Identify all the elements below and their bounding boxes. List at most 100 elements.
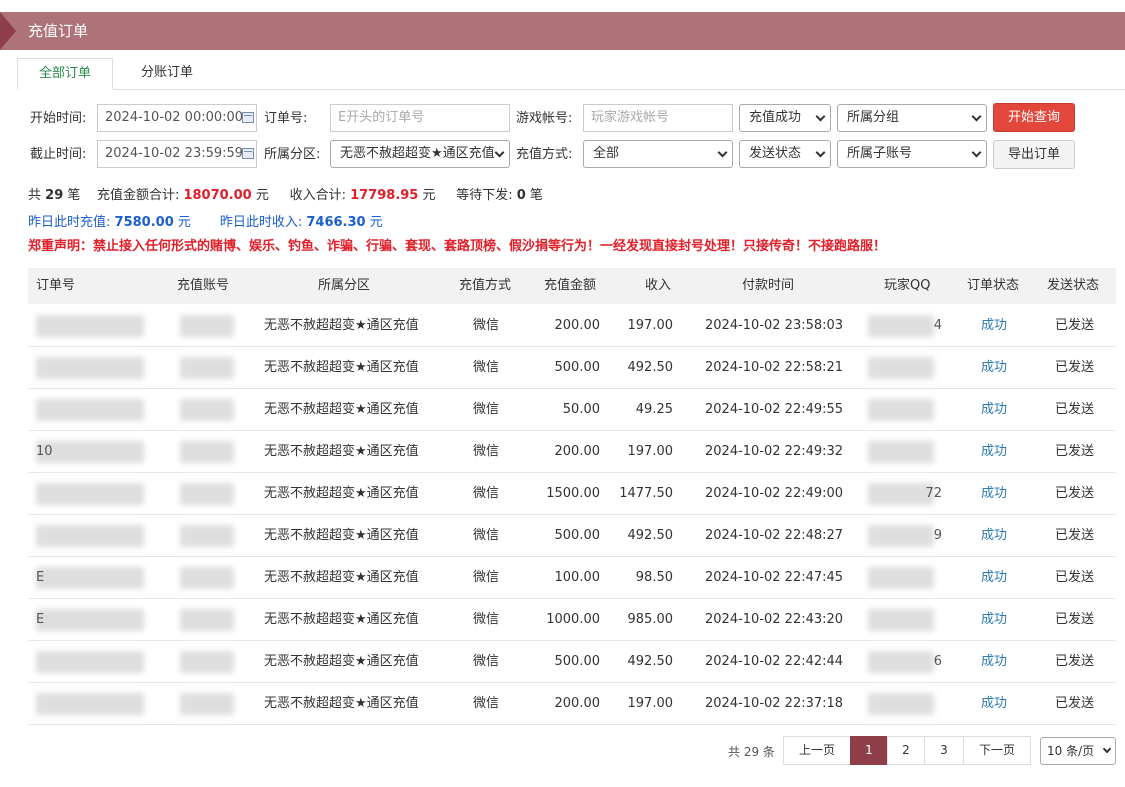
tab-split-orders[interactable]: 分账订单 — [117, 58, 217, 90]
cell-order-status[interactable]: 成功 — [981, 654, 1007, 670]
cell-pay-time: 2024-10-02 22:47:45 — [705, 570, 844, 585]
search-button[interactable]: 开始查询 — [993, 103, 1075, 132]
redacted-account — [180, 693, 234, 715]
cell-send-status: 已发送 — [1055, 528, 1095, 543]
cell-income: 98.50 — [635, 570, 673, 585]
redacted-account — [180, 357, 234, 379]
send-status-value: 发送状态 — [749, 146, 802, 161]
table-row: 6 无恶不赦超超变★通区充值 微信 500.00 492.50 2024-10-02 22… — [28, 641, 1116, 683]
table-header: 订单号 充值账号 所属分区 充值方式 充值金额 收入 付款时间 玩家QQ 订单状… — [28, 268, 1116, 304]
cell-order-fragment: E — [36, 612, 45, 627]
recharge-status-value: 充值成功 — [749, 110, 802, 125]
cell-method: 微信 — [473, 444, 500, 459]
redacted-account — [180, 609, 234, 631]
page-1-button[interactable]: 1 — [850, 736, 888, 765]
cell-order-status[interactable]: 成功 — [981, 444, 1007, 460]
table-row: 4 无恶不赦超超变★通区充值 微信 200.00 197.00 2024-10-02 23… — [28, 305, 1116, 347]
chevron-down-icon — [717, 147, 728, 158]
cell-income: 197.00 — [627, 318, 674, 333]
tab-all-orders[interactable]: 全部订单 — [17, 58, 113, 90]
cell-amount: 500.00 — [554, 528, 601, 543]
redacted-account — [180, 399, 234, 421]
end-time-input[interactable]: 2024-10-02 23:59:59 — [97, 140, 257, 168]
prev-page-button[interactable]: 上一页 — [783, 736, 851, 765]
col-method: 充值方式 — [459, 278, 512, 293]
redacted-order-no — [36, 525, 144, 547]
cell-pay-time: 2024-10-02 22:49:32 — [705, 444, 844, 459]
cell-order-status[interactable]: 成功 — [981, 360, 1007, 376]
calendar-icon[interactable] — [242, 148, 254, 159]
redacted-qq — [868, 651, 934, 673]
redacted-qq — [868, 315, 934, 337]
redacted-qq — [868, 567, 934, 589]
yesterday-line: 昨日此时充值: 7580.00 元 昨日此时收入: 7466.30 元 — [28, 215, 383, 231]
cell-order-status[interactable]: 成功 — [981, 318, 1007, 334]
page-size-select[interactable]: 10 条/页 — [1040, 737, 1116, 765]
cell-send-status: 已发送 — [1055, 360, 1095, 375]
chevron-down-icon — [971, 147, 982, 158]
start-time-value: 2024-10-02 00:00:00 — [105, 110, 244, 125]
recharge-status-select[interactable]: 充值成功 — [739, 104, 831, 132]
zone-value: 无恶不赦超超变★通区充值 — [340, 146, 495, 161]
next-page-button[interactable]: 下一页 — [963, 736, 1031, 765]
page-3-button[interactable]: 3 — [924, 736, 964, 765]
cell-order-status[interactable]: 成功 — [981, 528, 1007, 544]
redacted-account — [180, 441, 234, 463]
cell-income: 492.50 — [627, 528, 674, 543]
redacted-order-no — [36, 693, 144, 715]
game-account-input[interactable]: 玩家游戏帐号 — [583, 104, 733, 132]
cell-qq-fragment: 6 — [933, 654, 942, 669]
cell-amount: 500.00 — [554, 654, 601, 669]
cell-amount: 200.00 — [554, 444, 601, 459]
redacted-order-no — [36, 609, 144, 631]
cell-method: 微信 — [473, 654, 500, 669]
zone-select[interactable]: 无恶不赦超超变★通区充值 — [330, 140, 510, 168]
sub-account-select[interactable]: 所属子账号 — [837, 140, 987, 168]
cell-order-status[interactable]: 成功 — [981, 570, 1007, 586]
order-tabs: 全部订单 分账订单 — [17, 58, 1125, 90]
cell-order-status[interactable]: 成功 — [981, 486, 1007, 502]
cell-method: 微信 — [473, 402, 500, 417]
count-prefix: 共 — [28, 188, 42, 203]
pay-method-select[interactable]: 全部 — [583, 140, 733, 168]
col-amount: 充值金额 — [544, 278, 597, 293]
cell-zone: 无恶不赦超超变★通区充值 — [264, 318, 419, 333]
cell-pay-time: 2024-10-02 22:48:27 — [705, 528, 844, 543]
cell-method: 微信 — [473, 696, 500, 711]
cell-order-status[interactable]: 成功 — [981, 402, 1007, 418]
cell-order-status[interactable]: 成功 — [981, 696, 1007, 712]
col-income: 收入 — [645, 278, 672, 293]
calendar-icon[interactable] — [242, 112, 254, 123]
send-status-select[interactable]: 发送状态 — [739, 140, 831, 168]
redacted-qq — [868, 399, 934, 421]
start-time-input[interactable]: 2024-10-02 00:00:00 — [97, 104, 257, 132]
cell-income: 1477.50 — [619, 486, 673, 501]
end-time-value: 2024-10-02 23:59:59 — [105, 146, 244, 161]
col-zone: 所属分区 — [318, 278, 371, 293]
yesterday-income-label: 昨日此时收入: — [219, 215, 303, 230]
table-row: E 无恶不赦超超变★通区充值 微信 1000.00 985.00 2024-10-02 2… — [28, 599, 1116, 641]
cell-qq-fragment: 9 — [933, 528, 942, 543]
pay-method-label: 充值方式: — [516, 147, 573, 162]
cell-order-status[interactable]: 成功 — [981, 612, 1007, 628]
game-account-label: 游戏帐号: — [516, 111, 573, 126]
cell-send-status: 已发送 — [1055, 696, 1095, 711]
cell-pay-time: 2024-10-02 22:58:21 — [705, 360, 844, 375]
export-button[interactable]: 导出订单 — [993, 140, 1075, 169]
chevron-down-icon — [815, 147, 826, 158]
summary-line: 共 29 笔 充值金额合计: 18070.00 元 收入合计: 17798.95… — [28, 188, 543, 204]
pay-method-value: 全部 — [593, 146, 620, 161]
income-unit: 元 — [422, 188, 436, 203]
page-2-button[interactable]: 2 — [887, 736, 925, 765]
order-no-label: 订单号: — [264, 111, 308, 126]
cell-amount: 100.00 — [554, 570, 601, 585]
cell-zone: 无恶不赦超超变★通区充值 — [264, 486, 419, 501]
cell-income: 197.00 — [627, 696, 674, 711]
cell-pay-time: 2024-10-02 22:37:18 — [705, 696, 844, 711]
order-no-input[interactable]: E开头的订单号 — [330, 104, 510, 132]
group-select[interactable]: 所属分组 — [837, 104, 987, 132]
cell-zone: 无恶不赦超超变★通区充值 — [264, 360, 419, 375]
table-row: 9 无恶不赦超超变★通区充值 微信 500.00 492.50 2024-10-02 22… — [28, 515, 1116, 557]
cell-pay-time: 2024-10-02 22:43:20 — [705, 612, 844, 627]
cell-send-status: 已发送 — [1055, 318, 1095, 333]
